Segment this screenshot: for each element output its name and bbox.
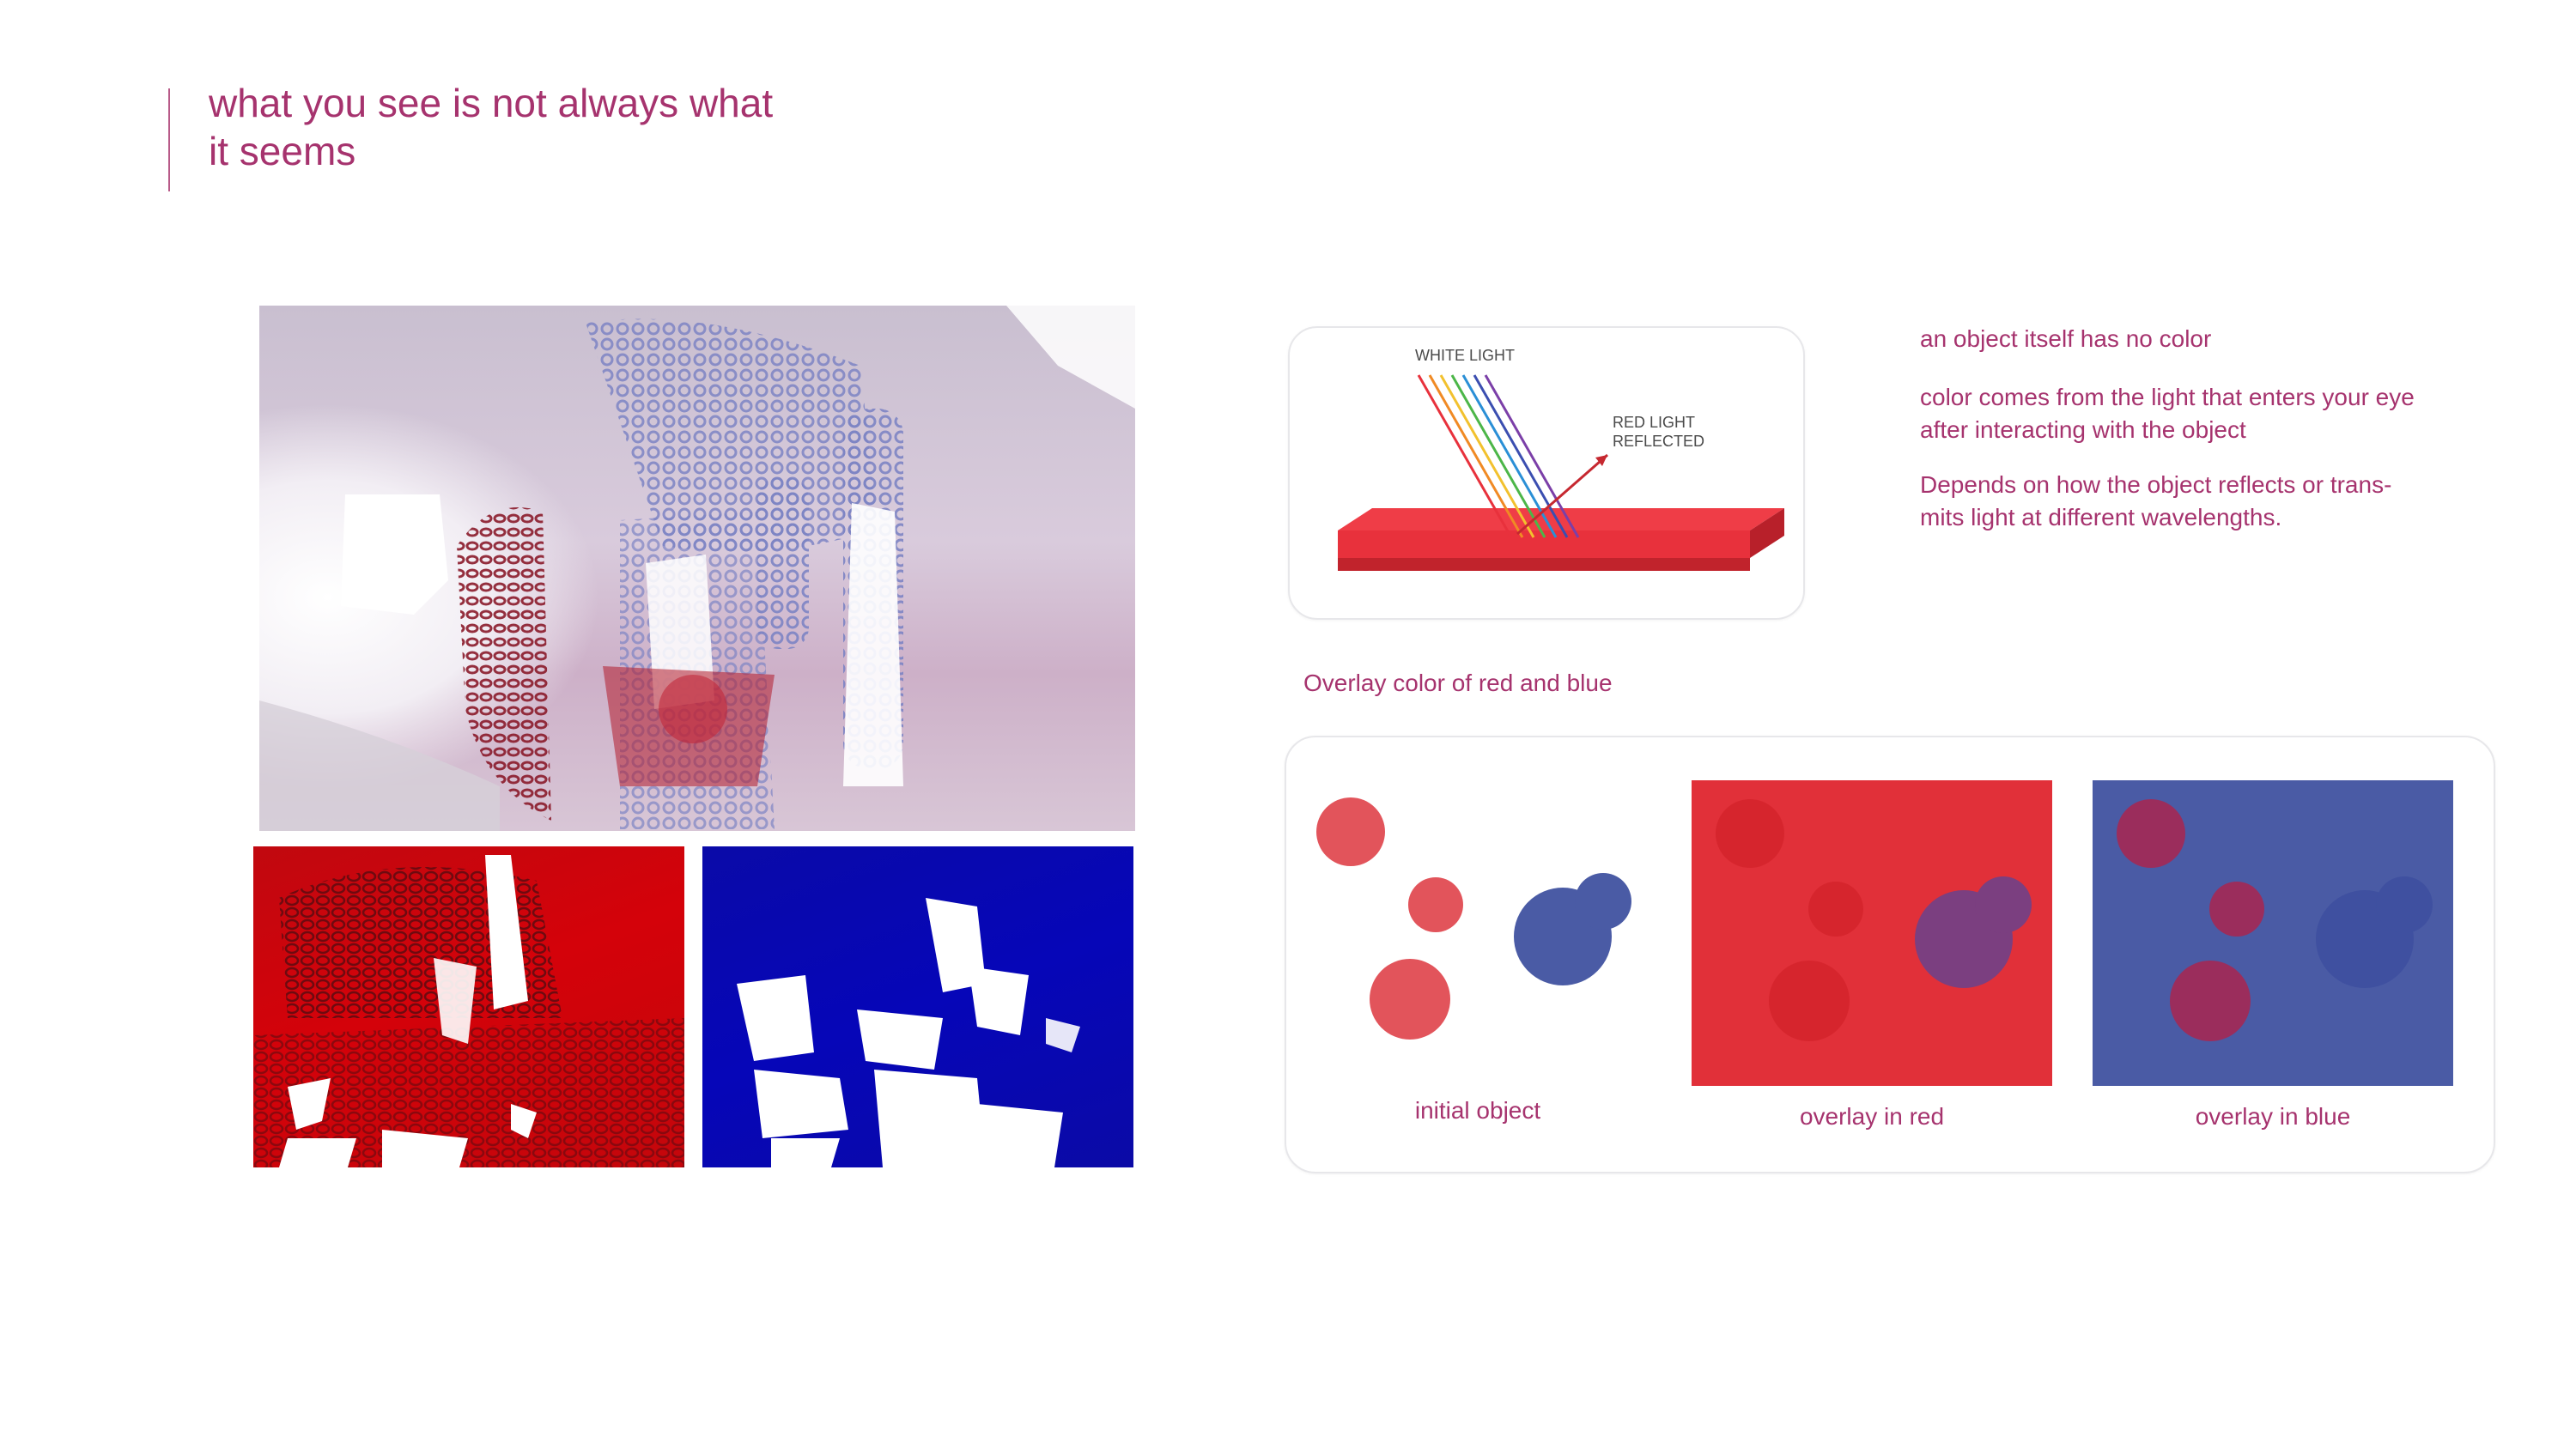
page-title: what you see is not always what it seems [209, 79, 827, 175]
info-wavelengths-line-1: Depends on how the object reflects or tr… [1920, 471, 2392, 498]
render-illustration [259, 306, 1135, 831]
red-circle-large [1316, 797, 1385, 866]
red-overlay-circle-1 [1716, 799, 1784, 868]
blue-filtered-photo [702, 846, 1133, 1167]
red-overlay-circle-3 [1769, 961, 1850, 1041]
blue-overlay-circle-2 [2209, 882, 2264, 937]
blue-overlay-circle-1 [2117, 799, 2185, 868]
red-circle-bottom [1370, 959, 1450, 1040]
red-light-label-line-2: REFLECTED [1613, 433, 1704, 450]
red-overlay-circle-5 [1975, 876, 2032, 933]
red-circle-small [1408, 877, 1463, 932]
initial-object-label: initial object [1414, 1097, 1541, 1124]
info-no-color: an object itself has no color [1920, 325, 2212, 352]
page-title-line-2: it seems [209, 129, 356, 173]
render-photo [259, 306, 1135, 831]
page-title-line-1: what you see is not always what [209, 81, 774, 125]
blue-circle-small [1575, 873, 1631, 930]
overlay-caption: Overlay color of red and blue [1303, 670, 1613, 696]
info-wavelengths-line-2: mits light at different wavelengths. [1920, 504, 2282, 530]
blue-overlay-circle-5 [2376, 876, 2433, 933]
overlay-blue-label: overlay in blue [2195, 1103, 2351, 1130]
blue-overlay-circle-3 [2170, 961, 2251, 1041]
title-accent-bar [168, 88, 170, 191]
red-overlay-circle-2 [1808, 882, 1863, 937]
blue-filter-illustration [737, 898, 1080, 1167]
red-filter-illustration [253, 855, 684, 1167]
white-light-label: WHITE LIGHT [1415, 347, 1515, 364]
info-wavelengths: Depends on how the object reflects or tr… [1920, 469, 2470, 534]
red-overlay-panel [1692, 780, 2052, 1086]
red-filtered-photo [253, 846, 684, 1167]
blue-overlay-panel [2093, 780, 2453, 1086]
reflection-diagram: WHITE LIGHT RED LIGHT REFLECTED [1338, 347, 1784, 571]
info-light-enters-eye: color comes from the light that enters y… [1920, 381, 2470, 446]
light-diagram-card: WHITE LIGHT RED LIGHT REFLECTED [1288, 326, 1805, 620]
overlay-red-label: overlay in red [1799, 1103, 1945, 1130]
info-light-enters-eye-line-1: color comes from the light that enters y… [1920, 384, 2415, 410]
red-light-label-line-1: RED LIGHT [1613, 414, 1695, 431]
info-light-enters-eye-line-2: after interacting with the object [1920, 416, 2246, 443]
